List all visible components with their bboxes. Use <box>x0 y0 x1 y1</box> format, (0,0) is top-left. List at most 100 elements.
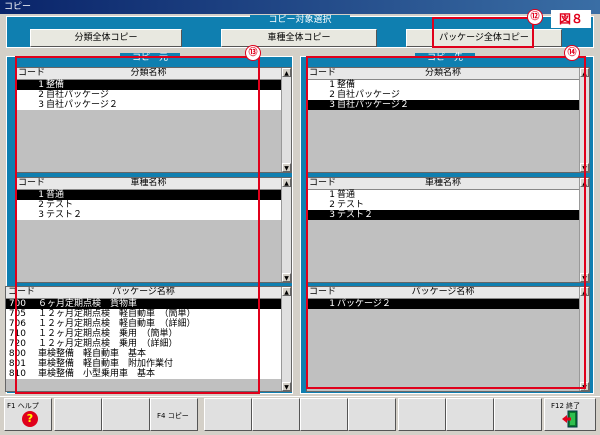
list-row[interactable]: 3 自社パッケージ２ <box>16 100 291 110</box>
row-code: 710 <box>8 329 26 339</box>
source-vehicle-list[interactable]: コード 車種名称 1 普通 2 テスト 3 テスト２ ▲ ▼ <box>15 177 292 283</box>
list-row[interactable]: 720 １２ヶ月定期点検 乗用 （詳細） <box>6 339 291 349</box>
scroll-up-arrow[interactable]: ▲ <box>580 68 589 77</box>
row-code: 3 <box>38 210 44 220</box>
list-row[interactable]: 800 車検整備 軽自動車 基本 <box>6 349 291 359</box>
list-row[interactable]: 1 普通 <box>307 190 589 200</box>
scrollbar[interactable]: ▲ ▼ <box>281 178 291 282</box>
annotation-badge-14: ⑭ <box>564 45 580 61</box>
source-package-list[interactable]: コード パッケージ名称 700 ６ヶ月定期点検 貨物車 705 １２ヶ月定期点検 軽自動… <box>5 286 292 392</box>
copy-all-packages-button[interactable]: パッケージ全体コピー <box>406 29 562 47</box>
scrollbar[interactable]: ▲ ▼ <box>579 287 589 391</box>
scroll-down-arrow[interactable]: ▼ <box>580 382 589 391</box>
name-column-header: パッケージ名称 <box>411 287 475 297</box>
list-row[interactable]: 3 テスト２ <box>16 210 291 220</box>
row-name: 普通 <box>46 190 65 200</box>
f4-copy-button[interactable]: F4 コピー <box>150 398 198 431</box>
list-row[interactable]: 810 車検整備 小型乗用車 基本 <box>6 369 291 379</box>
row-code: 700 <box>8 299 26 309</box>
f3-button[interactable] <box>102 398 150 431</box>
list-row[interactable]: 1 パッケージ２ <box>307 299 589 309</box>
list-header: コード 車種名称 <box>16 178 291 190</box>
f10-button[interactable] <box>446 398 494 431</box>
scroll-up-arrow[interactable]: ▲ <box>580 287 589 296</box>
copy-all-vehicles-button[interactable]: 車種全体コピー <box>221 29 377 47</box>
scroll-up-arrow[interactable]: ▲ <box>282 287 291 296</box>
row-code: 705 <box>8 309 26 319</box>
help-icon: ? <box>22 411 38 427</box>
scrollbar[interactable]: ▲ ▼ <box>579 68 589 172</box>
list-row[interactable]: 3 テスト２ <box>307 210 589 220</box>
f7-button[interactable] <box>300 398 348 431</box>
list-row[interactable]: 710 １２ヶ月定期点検 乗用 （簡単） <box>6 329 291 339</box>
list-row[interactable]: 705 １２ヶ月定期点検 軽自動車 （簡単） <box>6 309 291 319</box>
row-code: 706 <box>8 319 26 329</box>
name-column-header: 分類名称 <box>130 68 167 78</box>
f2-button[interactable] <box>54 398 102 431</box>
list-row[interactable]: 3 自社パッケージ２ <box>307 100 589 110</box>
row-code: 1 <box>329 299 335 309</box>
copy-all-categories-button[interactable]: 分類全体コピー <box>30 29 182 47</box>
row-name: 整備 <box>337 80 356 90</box>
scroll-up-arrow[interactable]: ▲ <box>580 178 589 187</box>
f11-button[interactable] <box>494 398 542 431</box>
f12-exit-button[interactable]: F12 終了 <box>544 398 596 431</box>
list-header: コード 分類名称 <box>16 68 291 80</box>
row-code: 2 <box>329 90 335 100</box>
scroll-down-arrow[interactable]: ▼ <box>282 382 291 391</box>
scrollbar[interactable]: ▲ ▼ <box>281 287 291 391</box>
list-row[interactable]: 2 自社パッケージ <box>307 90 589 100</box>
scroll-down-arrow[interactable]: ▼ <box>282 163 291 172</box>
scroll-down-arrow[interactable]: ▼ <box>282 273 291 282</box>
scroll-up-arrow[interactable]: ▲ <box>282 178 291 187</box>
list-header: コード パッケージ名称 <box>6 287 291 299</box>
row-name: 普通 <box>337 190 356 200</box>
list-row[interactable]: 2 テスト <box>16 200 291 210</box>
list-row[interactable]: 2 自社パッケージ <box>16 90 291 100</box>
row-name: 車検整備 軽自動車 基本 <box>38 349 147 359</box>
row-name: テスト２ <box>337 210 374 220</box>
row-code: 800 <box>8 349 26 359</box>
f1-help-button[interactable]: F1 ヘルプ ? <box>4 398 52 431</box>
list-row[interactable]: 1 整備 <box>16 80 291 90</box>
name-column-header: 分類名称 <box>424 68 461 78</box>
dest-vehicle-list[interactable]: コード 車種名称 1 普通 2 テスト 3 テスト２ ▲ ▼ <box>306 177 590 283</box>
source-category-list[interactable]: コード 分類名称 1 整備 2 自社パッケージ 3 自社パッケージ２ ▲ ▼ <box>15 67 292 173</box>
row-code: 1 <box>329 80 335 90</box>
row-code: 1 <box>38 190 44 200</box>
row-name: テスト <box>46 200 74 210</box>
list-header: コード 車種名称 <box>307 178 589 190</box>
list-row[interactable]: 1 普通 <box>16 190 291 200</box>
annotation-badge-12: ⑫ <box>527 9 543 25</box>
list-row[interactable]: 700 ６ヶ月定期点検 貨物車 <box>6 299 291 309</box>
row-code: 3 <box>329 100 335 110</box>
f9-button[interactable] <box>398 398 446 431</box>
list-row[interactable]: 1 整備 <box>307 80 589 90</box>
dest-category-list[interactable]: コード 分類名称 1 整備 2 自社パッケージ 3 自社パッケージ２ ▲ ▼ <box>306 67 590 173</box>
list-row[interactable]: 706 １２ヶ月定期点検 軽自動車 （詳細） <box>6 319 291 329</box>
f4-label: F4 コピー <box>157 412 189 420</box>
row-name: 自社パッケージ <box>337 90 400 100</box>
row-code: 1 <box>38 80 44 90</box>
scrollbar[interactable]: ▲ ▼ <box>281 68 291 172</box>
window-title: コピー <box>0 0 600 14</box>
dest-package-list[interactable]: コード パッケージ名称 1 パッケージ２ ▲ ▼ <box>306 286 590 392</box>
annotation-badge-13: ⑬ <box>245 45 261 61</box>
row-code: 801 <box>8 359 26 369</box>
f5-button[interactable] <box>204 398 252 431</box>
exit-door-icon <box>562 410 578 428</box>
row-code: 810 <box>8 369 26 379</box>
row-name: 整備 <box>46 80 65 90</box>
list-row[interactable]: 801 車検整備 軽自動車 附加作業付 <box>6 359 291 369</box>
list-row[interactable]: 2 テスト <box>307 200 589 210</box>
name-column-header: 車種名称 <box>130 178 167 188</box>
scroll-up-arrow[interactable]: ▲ <box>282 68 291 77</box>
row-name: テスト <box>337 200 365 210</box>
scroll-down-arrow[interactable]: ▼ <box>580 273 589 282</box>
f8-button[interactable] <box>348 398 396 431</box>
row-name: パッケージ２ <box>337 299 391 309</box>
scroll-down-arrow[interactable]: ▼ <box>580 163 589 172</box>
f6-button[interactable] <box>252 398 300 431</box>
row-code: 2 <box>38 90 44 100</box>
scrollbar[interactable]: ▲ ▼ <box>579 178 589 282</box>
